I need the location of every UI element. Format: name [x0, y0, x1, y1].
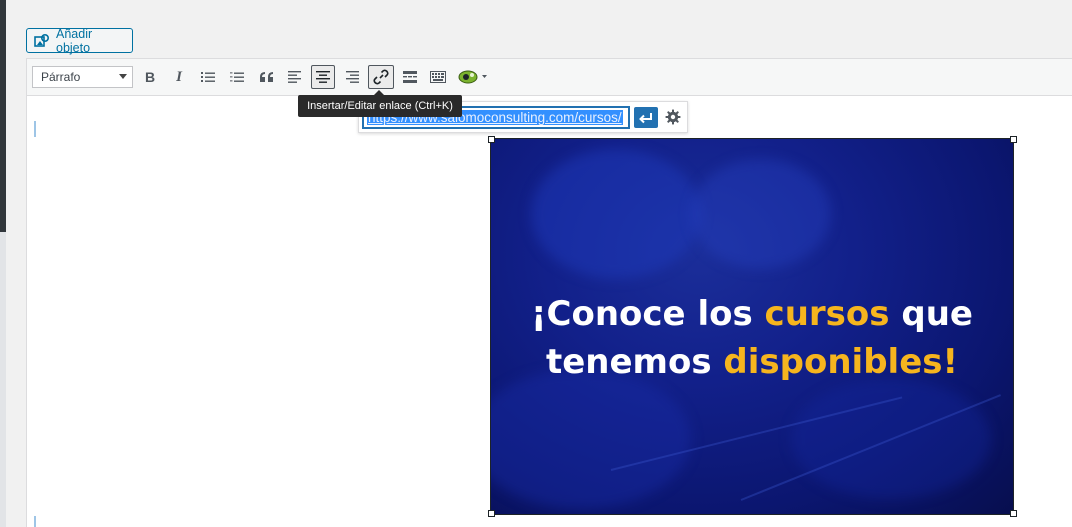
- align-right-icon: [346, 71, 359, 83]
- format-select[interactable]: Párrafo: [32, 66, 133, 88]
- enter-icon: [639, 112, 652, 123]
- align-left-icon: [288, 71, 301, 83]
- add-media-label: Añadir objeto: [56, 26, 93, 55]
- image-bg-table: [491, 369, 691, 509]
- read-more-icon: [403, 71, 417, 83]
- format-select-value: Párrafo: [41, 70, 81, 84]
- resize-handle-se[interactable]: [1010, 510, 1017, 517]
- apply-link-button[interactable]: [634, 107, 658, 128]
- link-icon: [373, 69, 389, 85]
- bullet-list-button[interactable]: [196, 65, 220, 89]
- chevron-down-icon: [119, 74, 127, 79]
- align-left-button[interactable]: [283, 65, 307, 89]
- course-banner-image[interactable]: ¡Conoce los cursos que tenemos disponibl…: [490, 138, 1014, 515]
- media-icon: [34, 33, 50, 47]
- add-media-button[interactable]: Añadir objeto: [26, 26, 133, 55]
- numbered-list-button[interactable]: [225, 65, 249, 89]
- italic-button[interactable]: I: [167, 65, 191, 89]
- headline-text-1: ¡Conoce los: [531, 294, 765, 334]
- headline-highlight-2: disponibles!: [723, 342, 959, 382]
- resize-handle-nw[interactable]: [488, 136, 495, 143]
- align-center-button[interactable]: [311, 65, 335, 89]
- admin-sidebar-edge: [0, 0, 6, 527]
- toolbar-toggle-button[interactable]: [426, 65, 450, 89]
- numbered-list-icon: [230, 72, 244, 82]
- banner-headline: ¡Conoce los cursos que tenemos disponibl…: [491, 290, 1013, 386]
- plugin-button[interactable]: [456, 65, 490, 89]
- keyboard-icon: [430, 71, 446, 83]
- text-cursor: [34, 121, 36, 137]
- quote-icon: [259, 72, 273, 82]
- admin-sidebar-dark: [0, 0, 6, 232]
- headline-highlight-1: cursos: [764, 294, 890, 334]
- align-right-button[interactable]: [340, 65, 364, 89]
- insert-link-button[interactable]: [368, 65, 394, 89]
- bold-button[interactable]: B: [138, 65, 162, 89]
- link-tooltip: Insertar/Editar enlace (Ctrl+K): [298, 90, 462, 117]
- text-cursor-bottom: [34, 516, 36, 527]
- read-more-button[interactable]: [398, 65, 422, 89]
- resize-handle-sw[interactable]: [488, 510, 495, 517]
- gear-icon: [665, 109, 681, 125]
- align-center-icon: [316, 71, 330, 83]
- resize-handle-ne[interactable]: [1010, 136, 1017, 143]
- bullet-list-icon: [201, 72, 215, 82]
- image-bg-person: [531, 149, 701, 279]
- link-settings-button[interactable]: [662, 106, 684, 128]
- image-bg-person-2: [691, 159, 831, 269]
- plugin-eye-icon: [458, 70, 487, 84]
- blockquote-button[interactable]: [254, 65, 278, 89]
- editor-toolbar: Párrafo B I: [27, 59, 1072, 96]
